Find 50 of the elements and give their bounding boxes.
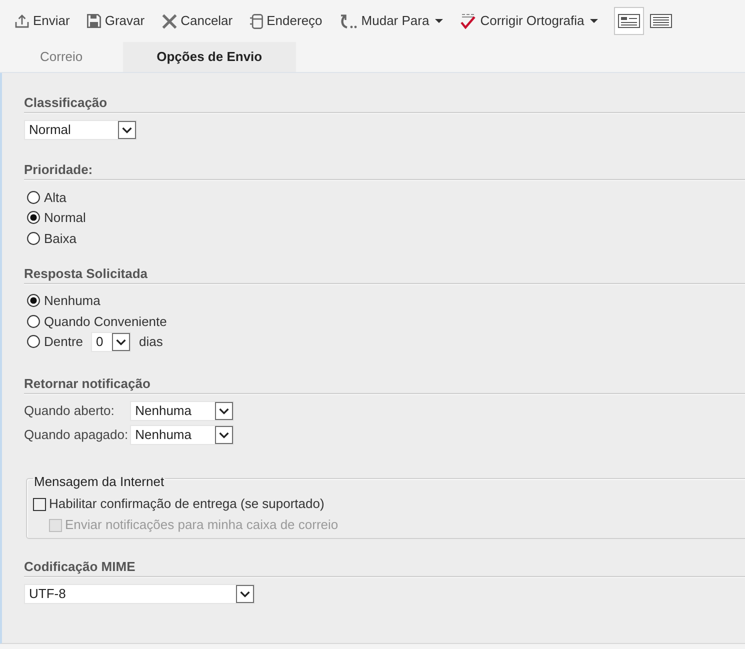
radio-button[interactable] (27, 294, 40, 308)
section-heading: Codificação MIME (24, 558, 745, 576)
option-label: Dentre (44, 332, 84, 351)
chevron-down-icon (215, 426, 234, 444)
option-label: Nenhuma (44, 292, 100, 310)
tab[interactable]: Correio (0, 42, 123, 72)
unit-label: dias (139, 332, 163, 351)
chevron-down-icon (112, 332, 130, 350)
option-label: Normal (44, 209, 86, 227)
dropdown[interactable]: Nenhuma (130, 424, 234, 444)
option-label: Quando Conveniente (44, 312, 167, 330)
dropdown[interactable]: 0 (91, 332, 132, 352)
group-title: Mensagem da Internet (33, 472, 166, 490)
form-layout-icon (618, 14, 640, 28)
dropdown[interactable]: Nenhuma (130, 400, 234, 420)
toolbar-button[interactable]: Gravar (86, 7, 145, 35)
address-book-icon (250, 14, 263, 28)
option-label: Alta (44, 188, 66, 206)
checkbox-label: Habilitar confirmação de entrega (se suportado) (49, 495, 324, 514)
text-lines-icon (650, 14, 672, 28)
chevron-down-icon (118, 121, 136, 139)
field-label: Quando aberto: (24, 402, 116, 420)
radio-button[interactable] (27, 232, 40, 245)
close-icon (162, 14, 177, 28)
chevron-down-icon (215, 402, 234, 420)
field-label: Quando apagado: (24, 426, 128, 444)
radio-button[interactable] (27, 314, 40, 328)
curved-arrow-icon (339, 14, 358, 28)
section-heading: Retornar notificação (24, 374, 745, 394)
toolbar-button[interactable]: Cancelar (162, 7, 233, 35)
dropdown[interactable]: UTF-8 (24, 584, 255, 604)
toolbar-button[interactable]: Corrigir Ortografia (460, 7, 598, 35)
toolbar-button[interactable]: Mudar Para (339, 7, 444, 35)
section-heading: Prioridade: (24, 161, 745, 180)
chevron-down-icon (236, 584, 254, 602)
toolbar-button[interactable]: Endereço (250, 7, 322, 35)
tab[interactable]: Opções de Envio (122, 42, 296, 72)
view-button[interactable] (614, 7, 644, 35)
checkbox-label: Enviar notificações para minha caixa de correio (65, 516, 338, 534)
section-heading: Classificação (24, 94, 745, 113)
radio-button[interactable] (27, 190, 40, 204)
spellcheck-icon (460, 13, 476, 29)
radio-button[interactable] (27, 211, 40, 224)
toolbar-button[interactable]: Enviar (15, 7, 70, 35)
radio-button[interactable] (27, 335, 40, 348)
upload-icon (15, 14, 29, 28)
section-heading: Resposta Solicitada (24, 264, 745, 284)
option-label: Baixa (44, 230, 77, 248)
dropdown[interactable]: Normal (24, 120, 137, 140)
checkbox[interactable] (33, 498, 46, 510)
